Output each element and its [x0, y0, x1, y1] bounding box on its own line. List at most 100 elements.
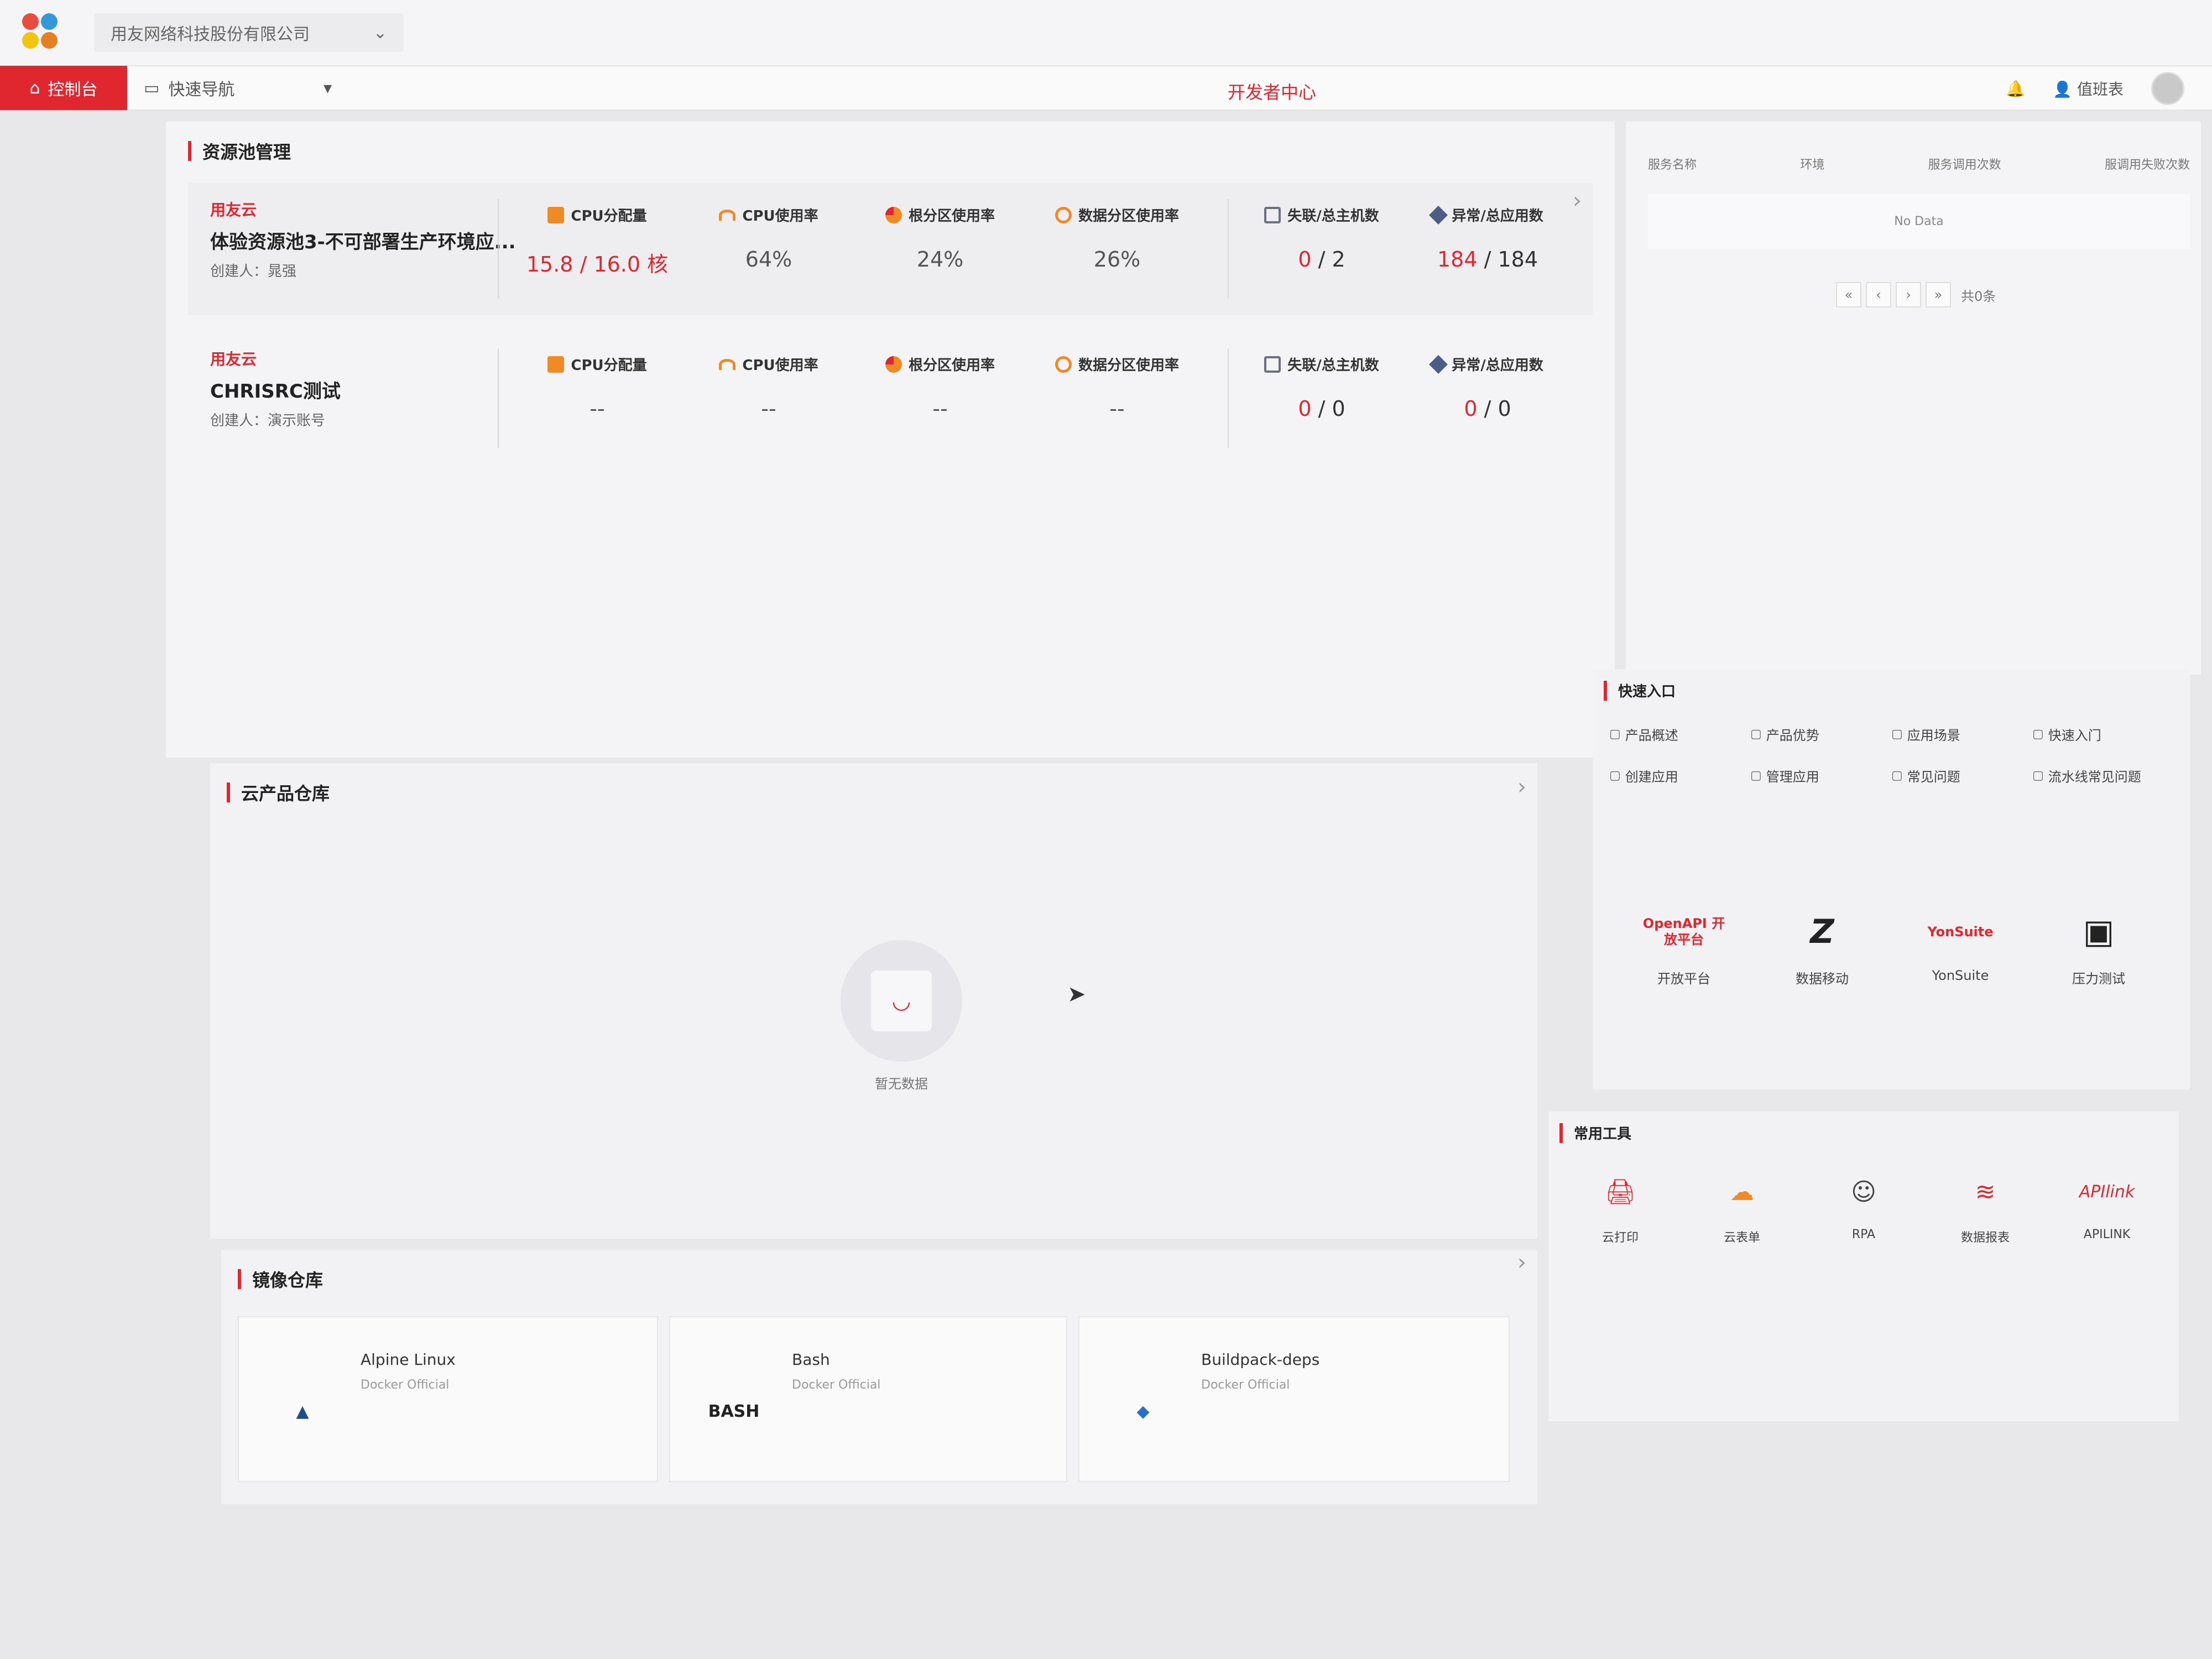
pool-card[interactable]: › 用友云 体验资源池3-不可部署生产环境应... 创建人：晁强 CPU分配量 … [188, 182, 1593, 315]
metric-hosts: 失联/总主机数 0 / 2 [1239, 205, 1405, 272]
image-name: Bash [792, 1350, 830, 1369]
header-tools: 🔔 👤 值班表 [2006, 72, 2184, 105]
metric-cpu-usage: CPU使用率 64% [686, 205, 852, 272]
metric-value: 15.8 [526, 252, 573, 276]
next-page-button[interactable]: › [1896, 282, 1921, 307]
quick-link[interactable]: 快速入门 [2032, 724, 2173, 744]
table-empty: No Data [1648, 194, 2190, 249]
metric-cpu-alloc: CPU分配量 -- [514, 354, 680, 421]
first-page-button[interactable]: « [1836, 282, 1861, 307]
monitor-icon: ▭ [144, 78, 160, 98]
tab-quick-nav-label: 快速导航 [168, 80, 235, 100]
last-page-button[interactable]: » [1926, 282, 1951, 307]
tool-tile[interactable]: ☁ 云表单 [1681, 1167, 1803, 1245]
tab-quick-nav[interactable]: ▭ 快速导航 ▾ [127, 66, 348, 110]
bash-logo-icon: BASH [708, 1401, 760, 1421]
top-bar: 用友网络科技股份有限公司 ⌄ [0, 0, 2212, 66]
common-tools-panel: 常用工具 🖨 云打印 ☁ 云表单 ☺ RPA ≋ 数据报表 APIlink AP… [1548, 1112, 2179, 1421]
metric-apps: 异常/总应用数 0 / 0 [1405, 354, 1571, 421]
metric-cpu-usage: CPU使用率 -- [686, 354, 852, 421]
server-icon [1264, 356, 1281, 373]
metric-value: 26% [1093, 247, 1141, 272]
tool-tile[interactable]: ≋ 数据报表 [1924, 1167, 2046, 1245]
org-select[interactable]: 用友网络科技股份有限公司 ⌄ [94, 13, 404, 52]
app-tile[interactable]: YonSuite YonSuite [1891, 907, 2030, 987]
cpu-icon [547, 206, 565, 223]
tool-tile[interactable]: APIlink APILINK [2046, 1167, 2168, 1245]
quick-apps: OpenAPI 开放平台 开放平台 Z 数据移动 YonSuite YonSui… [1615, 907, 2168, 987]
empty-state: ◡ 暂无数据 [841, 940, 962, 1092]
metric-root-partition: 根分区使用率 24% [857, 205, 1023, 272]
server-icon [1264, 206, 1281, 223]
tool-name: 云表单 [1723, 1231, 1760, 1245]
app-name: 压力测试 [2072, 971, 2125, 987]
duty-link[interactable]: 👤 值班表 [2053, 77, 2124, 100]
image-card[interactable]: ▲ Alpine Linux Docker Official [238, 1316, 658, 1482]
tool-name: 云打印 [1601, 1231, 1639, 1245]
metric-data-partition: 数据分区使用率 26% [1034, 205, 1200, 272]
metric-total: / 0 [1477, 397, 1511, 421]
app-tile[interactable]: Z 数据移动 [1753, 907, 1891, 987]
pie-icon [885, 356, 902, 373]
metric-label: CPU使用率 [742, 357, 818, 374]
divider [498, 348, 499, 448]
metric-total: / 2 [1311, 247, 1345, 272]
chevron-down-icon: ⌄ [373, 23, 387, 43]
chevron-right-icon[interactable]: › [1517, 1250, 1526, 1275]
pie-icon [885, 206, 902, 223]
quick-link[interactable]: 流水线常见问题 [2032, 766, 2173, 785]
section-title: 快速入口 [1604, 680, 2179, 701]
metric-root-partition: 根分区使用率 -- [857, 354, 1023, 421]
quick-link[interactable]: 产品优势 [1750, 724, 1891, 744]
tools-grid: 🖨 云打印 ☁ 云表单 ☺ RPA ≋ 数据报表 APIlink APILINK [1559, 1167, 2168, 1245]
resource-pool-panel: 资源池管理 › 用友云 体验资源池3-不可部署生产环境应... 创建人：晁强 C… [166, 122, 1615, 758]
metric-value: -- [589, 397, 605, 421]
pool-name: 体验资源池3-不可部署生产环境应... [210, 231, 516, 253]
avatar[interactable] [2151, 72, 2184, 105]
pool-card[interactable]: 用友云 CHRISRC测试 创建人：演示账号 CPU分配量 -- CPU使用率 … [188, 332, 1593, 465]
quick-link[interactable]: 创建应用 [1609, 766, 1750, 785]
metric-value: 0 [1298, 247, 1312, 272]
chevron-right-icon[interactable]: › [1573, 188, 1582, 213]
total-count: 共0条 [1961, 288, 1996, 304]
section-title: 镜像仓库 [238, 1266, 1521, 1292]
app-tile[interactable]: ▣ 压力测试 [2030, 907, 2168, 987]
tool-name: RPA [1851, 1228, 1876, 1241]
quick-link[interactable]: 产品概述 [1609, 724, 1750, 744]
metric-total: / 16.0 核 [580, 252, 669, 276]
image-sub: Docker Official [1201, 1378, 1290, 1392]
data-move-logo-icon: Z [1810, 912, 1834, 951]
metric-label: 数据分区使用率 [1078, 208, 1179, 225]
tool-tile[interactable]: ☺ RPA [1803, 1167, 1924, 1245]
apilink-logo-icon: APIlink [2079, 1182, 2135, 1202]
quick-link[interactable]: 应用场景 [1891, 724, 2032, 744]
metric-label: CPU使用率 [742, 208, 818, 225]
quick-entry-panel: 快速入口 产品概述 产品优势 应用场景 快速入门 创建应用 管理应用 常见问题 … [1593, 669, 2190, 1089]
chevron-right-icon[interactable]: › [1517, 774, 1526, 800]
image-repo-panel: 镜像仓库 › ▲ Alpine Linux Docker Official BA… [221, 1250, 1537, 1504]
pie-icon [1055, 206, 1072, 223]
app-logo[interactable] [22, 13, 61, 52]
quick-link[interactable]: 常见问题 [1891, 766, 2032, 785]
metric-label: CPU分配量 [571, 208, 647, 225]
metric-label: CPU分配量 [571, 357, 647, 374]
app-tile[interactable]: OpenAPI 开放平台 开放平台 [1615, 907, 1753, 987]
org-name: 用友网络科技股份有限公司 [111, 25, 310, 44]
cpu-icon [547, 356, 565, 373]
divider [1228, 199, 1229, 299]
image-card[interactable]: ◆ Buildpack-deps Docker Official [1078, 1316, 1510, 1482]
brand-label: 用友云 [210, 350, 257, 368]
image-sub: Docker Official [361, 1378, 450, 1392]
cube-icon [1429, 354, 1448, 374]
prev-page-button[interactable]: ‹ [1866, 282, 1891, 307]
tool-tile[interactable]: 🖨 云打印 [1559, 1167, 1681, 1245]
section-title: 资源池管理 [188, 138, 1593, 164]
page-title: 开发者中心 [1228, 82, 1317, 103]
tab-console[interactable]: ⌂ 控制台 [0, 66, 127, 110]
quick-link[interactable]: 管理应用 [1750, 766, 1891, 785]
metric-label: 异常/总应用数 [1452, 208, 1543, 225]
cloud-form-icon: ☁ [1730, 1177, 1754, 1206]
image-card[interactable]: BASH Bash Docker Official [669, 1316, 1067, 1482]
caret-down-icon[interactable]: ▾ [324, 79, 332, 98]
bell-icon[interactable]: 🔔 [2006, 80, 2025, 98]
